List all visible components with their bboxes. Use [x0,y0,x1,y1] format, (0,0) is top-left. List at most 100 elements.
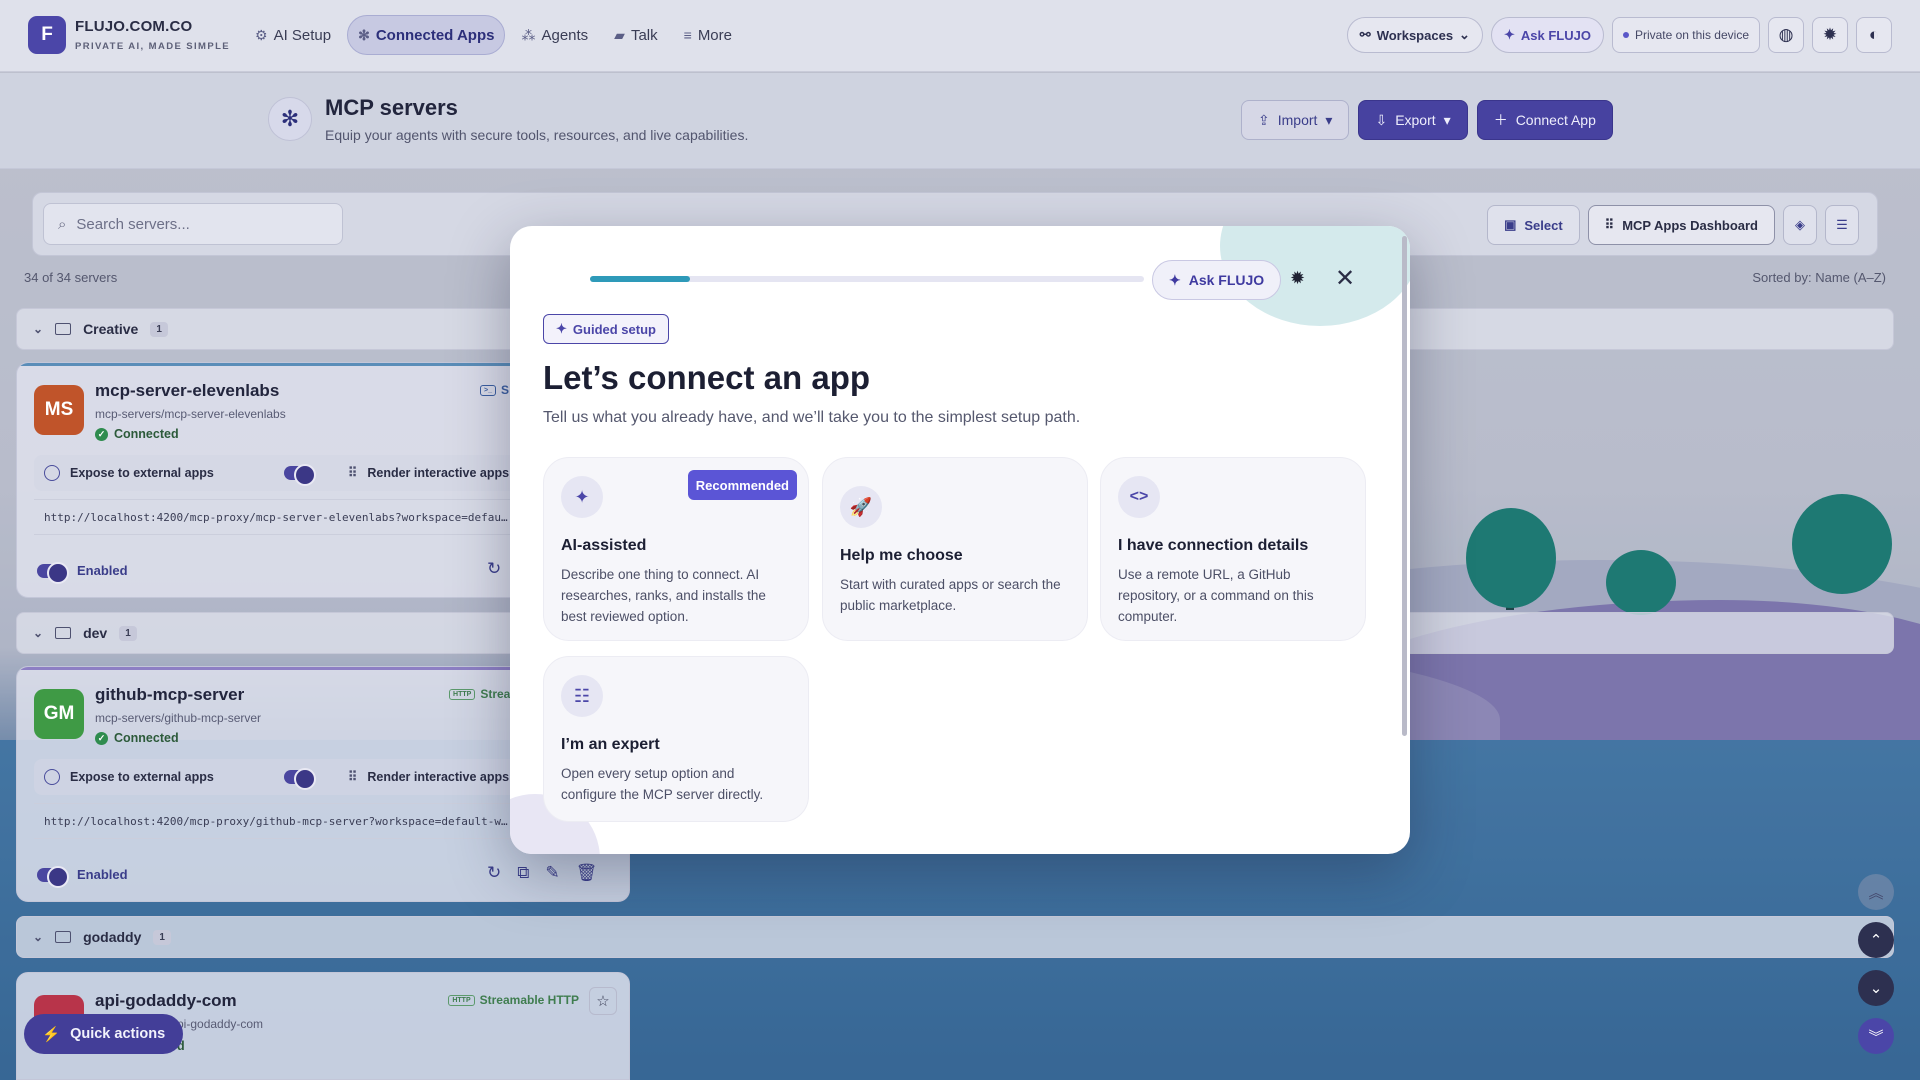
chevron-down-icon: ⌄ [33,322,44,336]
privacy-badge: Private on this device [1611,17,1760,53]
workspaces-dropdown[interactable]: ⚯ Workspaces ⌄ [1346,17,1483,53]
http-tag: HTTP [449,688,476,700]
privacy-label: Private on this device [1634,28,1749,42]
top-navigation: F FLUJO.COM.CO PRIVATE AI, MADE SIMPLE ⚙… [0,0,1920,72]
mcp-apps-dashboard-button[interactable]: ⠿ MCP Apps Dashboard [1587,205,1775,245]
nav-item-agents[interactable]: ⁂ Agents [511,15,598,55]
globe-icon: ◍ [1778,25,1794,44]
page-title: MCP servers [325,95,458,120]
render-label: Render interactive apps [367,466,510,480]
scroll-bottom-button[interactable]: ︾ [1858,1018,1894,1054]
chevron-down-icon: ⌄ [1869,980,1883,997]
main-nav: ⚙ AI Setup ✻ Connected Apps ⁂ Agents ▰ T… [245,15,742,55]
dialog-ask-flujo-button[interactable]: ✦ Ask FLUJO [1152,260,1282,300]
brand-tagline: PRIVATE AI, MADE SIMPLE [75,41,231,52]
nav-item-more[interactable]: ≡ More [674,15,742,55]
refresh-icon[interactable]: ↻ [487,559,501,579]
group-row-godaddy[interactable]: ⌄ godaddy 1 [16,916,1894,958]
grid-icon: ⠿ [1604,217,1615,232]
search-placeholder: Search servers... [76,215,190,233]
connect-label: Connect App [1515,112,1596,128]
option-title: AI-assisted [561,537,647,554]
setup-progress-bar [590,276,1144,282]
option-title: I have connection details [1118,537,1309,554]
refresh-icon[interactable]: ↻ [487,863,501,883]
search-input[interactable]: ⌕ Search servers... [43,203,343,245]
scroll-up-button[interactable]: ⌃ [1858,922,1894,958]
favorite-button[interactable]: ☆ [589,987,617,1015]
chevron-down-icon: ⌄ [1459,27,1470,42]
scroll-top-button[interactable]: ︽ [1858,874,1894,910]
trash-icon[interactable]: 🗑 [576,863,598,883]
code-icon: <> [1118,476,1160,518]
expose-toggle[interactable] [283,464,316,486]
select-button[interactable]: ▣ Select [1487,205,1580,245]
server-name: api-godaddy-com [95,991,237,1010]
sort-indicator: Sorted by: Name (A–Z) [1752,270,1886,285]
layers-button[interactable]: ◈ [1783,205,1817,245]
folder-icon [55,627,72,639]
status-label: Connected [114,731,179,745]
expose-toggle[interactable] [283,768,316,790]
nav-label: AI Setup [273,26,332,44]
badge-label: Guided setup [572,321,656,337]
rocket-icon: 🚀 [840,486,882,528]
option-ai-assisted[interactable]: ✦ Recommended AI-assisted Describe one t… [543,457,809,641]
move-folder-icon[interactable]: ⧉ [517,863,529,883]
connect-app-button[interactable]: ＋ Connect App [1476,100,1613,140]
option-description: Start with curated apps or search the pu… [840,577,1061,613]
header-actions: ⇪ Import ▾ ⇩ Export ▾ ＋ Connect App [1241,100,1613,140]
language-button[interactable]: ◍ [1768,17,1804,53]
status-label: Connected [114,427,179,441]
check-icon: ✓ [95,427,108,441]
theme-toggle-button[interactable]: ◐ [1856,17,1892,53]
sparkles-icon: ✦ [1169,271,1181,288]
nav-item-ai-setup[interactable]: ⚙ AI Setup [245,15,341,55]
close-icon[interactable]: ✕ [1335,264,1355,293]
debug-button[interactable]: ✹ [1812,17,1848,53]
dialog-scrollbar[interactable] [1402,236,1407,736]
edit-icon[interactable]: ✎ [545,863,559,883]
nav-label: Connected Apps [375,26,495,44]
progress-fill [590,276,690,282]
enabled-row: Enabled [37,865,128,888]
export-button[interactable]: ⇩ Export ▾ [1358,100,1468,140]
sort-button[interactable]: ☰ [1825,205,1859,245]
enabled-toggle[interactable] [37,561,69,584]
quick-actions-button[interactable]: ⚡ Quick actions [24,1014,184,1054]
import-button[interactable]: ⇪ Import ▾ [1241,100,1350,140]
nav-label: More [697,26,732,44]
chevron-down-icon: ⌄ [33,930,44,944]
search-icon: ⌕ [58,215,67,233]
caret-down-icon: ▾ [1443,111,1451,128]
nav-item-talk[interactable]: ▰ Talk [604,15,667,55]
option-help-me-choose[interactable]: 🚀 Help me choose Start with curated apps… [822,457,1088,641]
dialog-subtitle: Tell us what you already have, and we’ll… [543,409,1081,426]
enabled-toggle[interactable] [37,865,69,888]
nav-item-connected-apps[interactable]: ✻ Connected Apps [347,15,506,55]
proxy-url[interactable]: http://localhost:4200/mcp-proxy/mcp-serv… [44,511,508,524]
brand-logo[interactable]: F [28,16,66,54]
option-title: I’m an expert [561,736,660,753]
workspaces-label: Workspaces [1376,27,1454,43]
apps-grid-icon: ⠿ [347,769,358,784]
bug-icon: ✹ [1822,25,1838,44]
option-description: Describe one thing to connect. AI resear… [561,567,766,624]
scroll-down-button[interactable]: ⌄ [1858,970,1894,1006]
agents-icon: ⁂ [521,26,536,43]
globe-icon [44,465,60,481]
plus-icon: ＋ [1493,112,1508,128]
gear-icon: ⚙ [255,26,268,43]
proxy-url[interactable]: http://localhost:4200/mcp-proxy/github-m… [44,815,508,828]
sparkles-icon: ✦ [561,476,603,518]
select-icon: ▣ [1504,217,1517,232]
option-expert[interactable]: ☷ I’m an expert Open every setup option … [543,656,809,822]
server-name: mcp-server-elevenlabs [95,381,280,400]
ask-flujo-button[interactable]: ✦ Ask FLUJO [1490,17,1604,53]
expose-label: Expose to external apps [70,466,214,480]
network-icon: ✻ [358,26,370,43]
lightning-icon: ⚡ [42,1026,61,1043]
option-connection-details[interactable]: <> I have connection details Use a remot… [1100,457,1366,641]
avatar: GM [34,689,84,739]
bug-icon[interactable]: ✹ [1290,268,1305,289]
